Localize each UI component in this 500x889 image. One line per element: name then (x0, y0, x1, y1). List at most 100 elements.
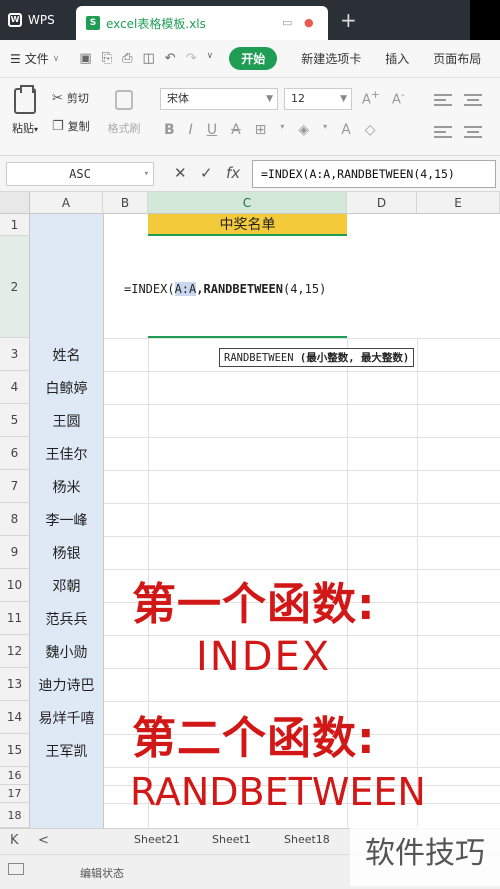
tooltip-function-name: RANDBETWEEN (224, 352, 294, 364)
cut-button[interactable]: ✂ 剪切 (52, 90, 89, 106)
row-header[interactable]: 10 (0, 569, 30, 602)
column-header-d[interactable]: D (347, 192, 417, 214)
tab-start[interactable]: 开始 (229, 47, 278, 70)
quick-dropdown-icon[interactable]: ∨ (207, 51, 214, 66)
formula-prefix: =INDEX( (124, 282, 175, 296)
save-icon[interactable]: ▣ (79, 51, 91, 66)
cell-a3-header[interactable]: 姓名 (30, 338, 103, 371)
row-header[interactable]: 15 (0, 734, 30, 767)
watermark: 软件技巧 (350, 826, 500, 886)
new-tab-plus-icon[interactable]: + (340, 8, 357, 32)
strikethrough-icon[interactable]: A (231, 122, 241, 138)
column-header-a[interactable]: A (30, 192, 103, 214)
tab-page-layout[interactable]: 页面布局 (433, 50, 481, 67)
scissors-icon: ✂ (52, 90, 63, 106)
row-header[interactable]: 14 (0, 701, 30, 734)
row-header[interactable]: 16 (0, 767, 30, 785)
copy-button[interactable]: ❐ 复制 (52, 118, 90, 134)
name-cell[interactable]: 迪力诗巴 (30, 668, 103, 701)
row-header[interactable]: 13 (0, 668, 30, 701)
name-cell[interactable]: 范兵兵 (30, 602, 103, 635)
tab-insert[interactable]: 插入 (385, 50, 409, 67)
row-header[interactable]: 4 (0, 371, 30, 404)
row-header[interactable]: 3 (0, 338, 30, 371)
name-box[interactable]: ASC ▾ (6, 162, 154, 186)
border-dropdown-icon[interactable]: ▾ (280, 122, 284, 138)
cell-c2-editor[interactable]: =INDEX(A:A,RANDBETWEEN(4,15) (124, 282, 326, 296)
ribbon: 粘贴▾ ✂ 剪切 ❐ 复制 格式刷 宋体 ▼ 12 ▼ A+ A- B I U … (0, 78, 500, 156)
function-hint-tooltip: RANDBETWEEN (最小整数, 最大整数) (219, 348, 415, 367)
row-header[interactable]: 8 (0, 503, 30, 536)
font-size-select[interactable]: 12 ▼ (284, 88, 352, 110)
name-cell[interactable]: 李一峰 (30, 503, 103, 536)
row-header[interactable]: 12 (0, 635, 30, 668)
border-icon[interactable]: ⊞ (255, 122, 267, 138)
formula-function: ,RANDBETWEEN (196, 282, 283, 296)
overlay-line-1: 第一个函数: (132, 579, 376, 630)
row-header[interactable]: 2 (0, 236, 30, 338)
format-painter-icon (115, 90, 133, 110)
name-cell[interactable]: 王军凯 (30, 734, 103, 767)
font-grow-group: A+ A- (362, 88, 405, 107)
row-header[interactable]: 7 (0, 470, 30, 503)
underline-icon[interactable]: U (207, 122, 217, 138)
file-menu[interactable]: ☰ 文件 ∨ (10, 50, 59, 67)
row-header[interactable]: 5 (0, 404, 30, 437)
name-cell[interactable]: 白鲸婷 (30, 371, 103, 404)
name-cell[interactable]: 杨米 (30, 470, 103, 503)
fill-dropdown-icon[interactable]: ▾ (323, 122, 327, 138)
eraser-icon[interactable]: ◇ (365, 122, 376, 138)
document-tab[interactable]: S excel表格模板.xls ▭ ● (76, 6, 328, 40)
close-dot-icon[interactable]: ● (304, 16, 314, 29)
font-grow-icon[interactable]: A+ (362, 88, 380, 107)
overlay-line-4: RANDBETWEEN (130, 770, 426, 814)
cut-label: 剪切 (66, 92, 89, 105)
font-color-icon[interactable]: A (341, 122, 351, 138)
name-cell[interactable]: 杨银 (30, 536, 103, 569)
name-cell[interactable]: 王佳尔 (30, 437, 103, 470)
row-header[interactable]: 1 (0, 214, 30, 236)
column-header-e[interactable]: E (417, 192, 500, 214)
sheet-tab[interactable]: Sheet1 (212, 833, 251, 846)
row-header[interactable]: 17 (0, 785, 30, 803)
undo-icon[interactable]: ↶ (165, 51, 176, 66)
row-header[interactable]: 6 (0, 437, 30, 470)
cell-c1-title[interactable]: 中奖名单 (148, 214, 347, 236)
row-header[interactable]: 11 (0, 602, 30, 635)
print-icon[interactable]: ⎙ (122, 51, 132, 66)
redo-icon[interactable]: ↷ (186, 51, 197, 66)
export-icon[interactable]: ⎘ (102, 51, 112, 66)
formula-args: (4,15) (282, 282, 327, 296)
insert-function-icon[interactable]: fx (226, 164, 240, 182)
name-cell[interactable]: 邓朝 (30, 569, 103, 602)
tab-new[interactable]: 新建选项卡 (301, 50, 361, 67)
font-name-select[interactable]: 宋体 ▼ (160, 88, 278, 110)
name-cell[interactable]: 魏小勋 (30, 635, 103, 668)
prev-sheet-icon[interactable]: < (38, 833, 49, 848)
confirm-icon[interactable]: ✓ (200, 164, 213, 182)
wps-home-tab[interactable]: W WPS (0, 0, 75, 40)
cancel-icon[interactable]: ✕ (174, 164, 187, 182)
format-painter-button[interactable]: 格式刷 (104, 90, 144, 136)
sheet-tab[interactable]: Sheet21 (134, 833, 180, 846)
select-all-corner[interactable] (0, 192, 30, 214)
preview-icon[interactable]: ◫ (142, 51, 154, 66)
font-shrink-icon[interactable]: A- (392, 88, 405, 107)
sheet-tab[interactable]: Sheet18 (284, 833, 330, 846)
size-dropdown-icon: ▼ (340, 94, 347, 104)
formula-input[interactable]: =INDEX(A:A,RANDBETWEEN(4,15) (252, 160, 496, 188)
row-header[interactable]: 18 (0, 803, 30, 828)
paste-button[interactable]: 粘贴▾ (6, 85, 44, 136)
italic-icon[interactable]: I (189, 122, 193, 138)
name-cell[interactable]: 王圆 (30, 404, 103, 437)
column-header-c[interactable]: C (148, 192, 347, 214)
column-header-b[interactable]: B (103, 192, 148, 214)
first-sheet-icon[interactable]: K (10, 833, 19, 848)
status-mode-icon (8, 863, 24, 875)
overlay-line-2: INDEX (196, 634, 332, 680)
name-cell[interactable]: 易烊千嘻 (30, 701, 103, 734)
row-header[interactable]: 9 (0, 536, 30, 569)
monitor-icon[interactable]: ▭ (282, 16, 292, 29)
fill-color-icon[interactable]: ◈ (298, 122, 309, 138)
bold-icon[interactable]: B (164, 122, 175, 138)
